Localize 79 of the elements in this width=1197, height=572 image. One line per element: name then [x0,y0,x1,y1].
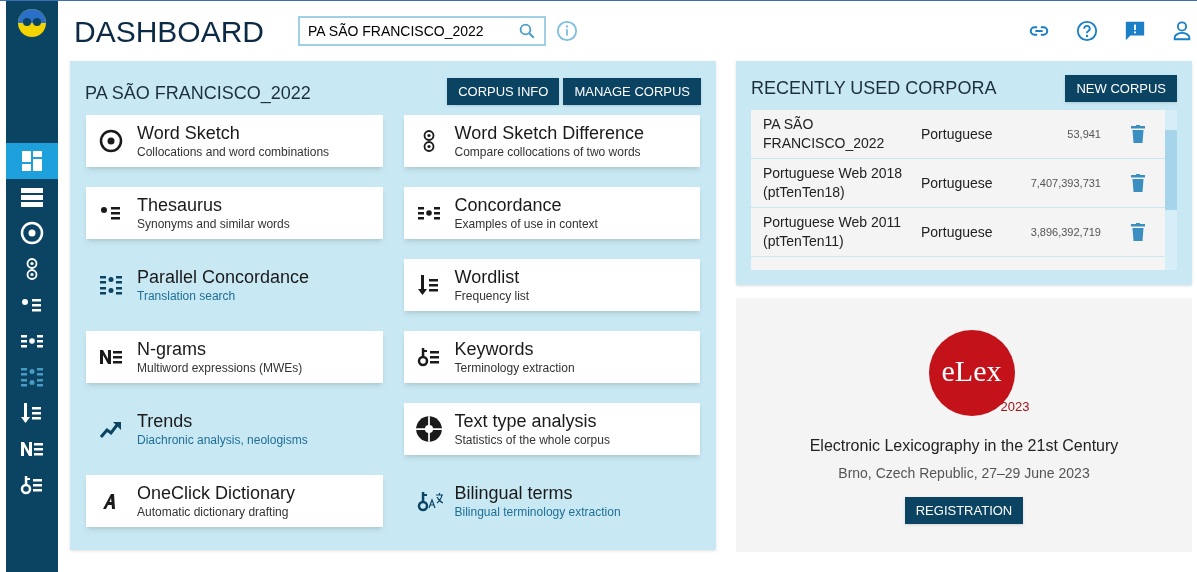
tool-card[interactable]: Word Sketch Collocations and word combinations [86,115,383,167]
tool-title: Parallel Concordance [137,266,310,289]
tool-card[interactable]: Text type analysis Statistics of the whole corpus [403,403,700,455]
tool-card[interactable]: Thesaurus Synonyms and similar words [86,187,383,239]
corpus-row[interactable]: PA SÃO FRANCISCO_2022 Portuguese 53,941 [751,110,1165,159]
tool-subtitle: Terminology extraction [454,360,575,376]
corpus-button[interactable]: CORPUS INFO [447,78,560,105]
tool-title: Bilingual terms [454,482,574,505]
corpus-language: Portuguese [921,124,994,144]
corpus-size: 53,941 [1066,126,1101,142]
feedback-icon[interactable] [1124,20,1146,42]
target-icon [99,129,123,153]
promo-subtitle: Brno, Czech Republic, 27–29 June 2023 [838,464,1090,483]
tool-title: Concordance [454,194,563,217]
search-icon[interactable] [518,22,537,40]
tool-subtitle: Examples of use in context [454,216,598,232]
down-arrow-list-icon [20,401,44,425]
tool-subtitle: Diachronic analysis, neologisms [137,432,308,448]
help-icon[interactable] [1076,20,1098,42]
tool-title: Thesaurus [137,194,224,217]
corpus-button[interactable]: MANAGE CORPUS [563,78,701,105]
parallel-concordance-icon [99,273,123,297]
corpus-name: PA SÃO FRANCISCO_2022 [762,115,886,153]
parallel-concordance-icon [20,365,44,389]
dashboard-icon [20,149,44,173]
tool-title: Keywords [454,338,535,361]
tool-subtitle: Multiword expressions (MWEs) [137,360,303,376]
tool-card[interactable]: Wordlist Frequency list [403,259,700,311]
corpus-size: 3,896,392,719 [1029,224,1101,240]
registration-button[interactable]: REGISTRATION [904,497,1024,524]
tool-title: Word Sketch [137,122,241,145]
new-corpus-button[interactable]: NEW CORPUS [1065,75,1177,102]
tool-card[interactable]: Trends Diachronic analysis, neologisms [86,403,383,455]
corpus-name: Portuguese Web 2018 (ptTenTen18) [762,164,904,202]
user-icon[interactable] [1172,20,1192,42]
tool-subtitle: Collocations and word combinations [137,144,330,160]
tool-title: OneClick Dictionary [137,482,296,505]
pie-icon [414,415,443,443]
key-list-icon [20,473,44,497]
tool-title: Wordlist [454,266,521,289]
tool-subtitle: Compare collocations of two words [454,144,642,160]
rows-icon [20,185,44,209]
tool-card[interactable]: Concordance Examples of use in context [403,187,700,239]
corpus-name: Portuguese Web 2011 (ptTenTen11) [762,213,903,251]
corpus-title: PA SÃO FRANCISCO_2022 [85,82,312,106]
tool-card[interactable]: N-grams Multiword expressions (MWEs) [86,331,383,383]
tool-card[interactable]: Word Sketch Difference Compare collocations of two words [403,115,700,167]
tool-subtitle: Bilingual terminology extraction [454,504,621,520]
tool-subtitle: Statistics of the whole corpus [454,432,610,448]
tool-subtitle: Frequency list [454,288,530,304]
target-icon [20,221,44,245]
tool-subtitle: Translation search [137,288,237,304]
tool-subtitle: Synonyms and similar words [137,216,290,232]
tool-title: Trends [137,410,194,433]
trash-icon[interactable] [1131,174,1145,192]
search-field[interactable]: PA SÃO FRANCISCO_2022 [298,16,547,46]
tool-title: N-grams [137,338,207,361]
scrollbar[interactable] [1165,110,1177,270]
tool-card[interactable]: Keywords Terminology extraction [403,331,700,383]
page-title: DASHBOARD [74,13,265,50]
logo-icon [17,8,47,38]
down-arrow-list-icon [416,273,441,297]
corpus-language: Portuguese [921,173,994,193]
trash-icon[interactable] [1131,125,1145,143]
key-list-icon [416,345,441,369]
tool-card[interactable]: Bilingual terms Bilingual terminology extraction [403,475,700,527]
tool-card[interactable]: Parallel Concordance Translation search [86,259,383,311]
recent-title: RECENTLY USED CORPORA [751,77,998,100]
tool-title: Text type analysis [454,410,598,433]
corpus-language: Portuguese [921,222,994,242]
corpus-size: 7,407,393,731 [1029,175,1101,191]
tool-subtitle: Automatic dictionary drafting [137,504,290,520]
corpus-row[interactable]: Portuguese Web 2011 (ptTenTen11) Portuguese 3,896,392,719 [751,208,1165,257]
corpus-row[interactable]: Portuguese Web 2018 (ptTenTen18) Portuguese 7,407,393,731 [751,159,1165,208]
tool-title: Word Sketch Difference [454,122,644,145]
promo-title: Electronic Lexicography in the 21st Century [809,436,1119,456]
trash-icon[interactable] [1131,223,1145,241]
logo-year: 2023 [1000,397,1030,416]
tool-card[interactable]: OneClick Dictionary Automatic dictionary drafting [86,475,383,527]
